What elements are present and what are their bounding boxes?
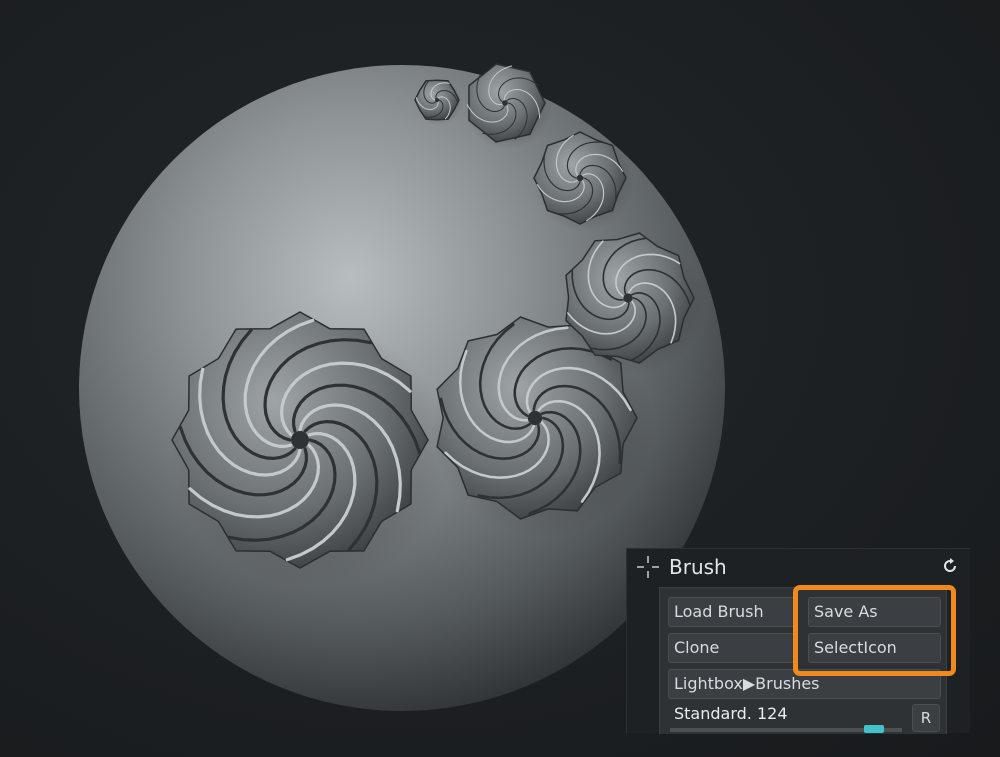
lightbox-brushes-button[interactable]: Lightbox▶Brushes (668, 669, 941, 699)
panel-title: Brush (669, 554, 727, 580)
brush-panel: Brush Load Brush Save As Clone SelectIco… (626, 548, 970, 733)
save-as-button[interactable]: Save As (808, 597, 941, 627)
crosshair-handle-icon[interactable] (637, 556, 659, 578)
swirl-rosette (534, 132, 626, 224)
select-icon-button[interactable]: SelectIcon (808, 633, 941, 663)
current-brush-label: Standard. 124 (674, 704, 788, 724)
clone-button[interactable]: Clone (668, 633, 798, 663)
load-brush-button[interactable]: Load Brush (668, 597, 798, 627)
brush-panel-body: Load Brush Save As Clone SelectIcon Ligh… (659, 587, 947, 734)
brush-panel-header[interactable]: Brush (627, 549, 970, 587)
brush-slider-thumb[interactable] (864, 725, 884, 733)
refresh-icon[interactable] (942, 558, 958, 574)
reset-r-button[interactable]: R (912, 704, 940, 732)
